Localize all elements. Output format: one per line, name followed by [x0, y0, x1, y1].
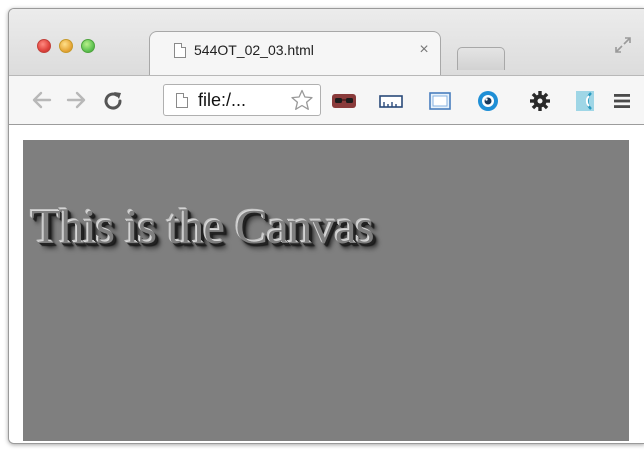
- page-viewport: This is the Canvas: [9, 125, 644, 443]
- star-icon[interactable]: [290, 89, 314, 111]
- url-text[interactable]: file:/...: [198, 90, 290, 111]
- minimize-window-button[interactable]: [59, 39, 73, 53]
- tab-close-button[interactable]: ×: [414, 41, 434, 59]
- back-arrow-icon[interactable]: [31, 89, 53, 111]
- tab-title: 544OT_02_03.html: [194, 42, 314, 58]
- canvas-element[interactable]: This is the Canvas: [23, 140, 629, 441]
- page-icon: [176, 92, 188, 108]
- browser-toolbar: file:/...: [9, 75, 644, 125]
- ruler-extension-icon[interactable]: [379, 90, 403, 112]
- active-tab-content[interactable]: 544OT_02_03.html ×: [164, 31, 434, 69]
- maximize-window-button[interactable]: [81, 39, 95, 53]
- rainbow-extension-icon[interactable]: [575, 90, 595, 112]
- address-bar[interactable]: file:/...: [163, 84, 321, 116]
- eye-extension-icon[interactable]: [477, 90, 499, 112]
- page-icon: [174, 42, 186, 58]
- browser-window: 544OT_02_03.html × file:/... This is the…: [8, 8, 644, 444]
- reload-icon[interactable]: [101, 89, 125, 113]
- new-tab-icon[interactable]: [457, 47, 505, 70]
- canvas-text: This is the Canvas: [31, 199, 375, 254]
- gear-icon[interactable]: [529, 90, 551, 112]
- mask-extension-icon[interactable]: [331, 90, 357, 112]
- fullscreen-icon[interactable]: [613, 35, 633, 55]
- close-window-button[interactable]: [37, 39, 51, 53]
- forward-arrow-icon[interactable]: [65, 89, 87, 111]
- menu-icon[interactable]: [611, 90, 633, 112]
- screen-capture-extension-icon[interactable]: [427, 90, 453, 112]
- title-bar: 544OT_02_03.html ×: [9, 9, 644, 78]
